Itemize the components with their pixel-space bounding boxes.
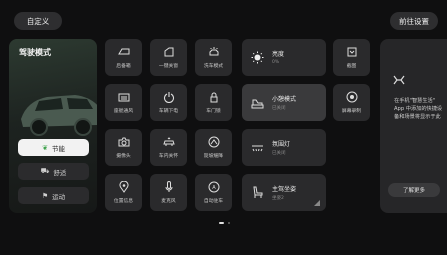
mode-eco-button[interactable]: ❦ 节能 xyxy=(18,139,89,156)
drive-mode-panel: 驾驶模式 ❦ 节能 ⛟ 舒适 ⚑ 运动 xyxy=(9,39,97,213)
smart-life-panel: 在手机"智慧生活" App 中添加的快捷设 备和场景将显示于此 了解更多 xyxy=(380,39,447,213)
driver-seat-posture[interactable]: 主驾坐姿 坐姿2 xyxy=(242,174,326,211)
tile-label: 洗车模式 xyxy=(203,64,224,69)
location-icon xyxy=(119,181,128,193)
tile-trunk[interactable]: 后备箱 xyxy=(105,39,142,76)
tile-hill-descent[interactable]: 陡坡缓降 xyxy=(195,129,232,166)
tile-label: 后备箱 xyxy=(116,64,131,69)
tile-power-off[interactable]: 车辆下电 xyxy=(150,84,187,121)
tile-camera[interactable]: 摄像头 xyxy=(105,129,142,166)
ambient-light-icon xyxy=(252,145,263,152)
mode-comfort-label: 舒适 xyxy=(53,168,67,177)
power-icon xyxy=(163,92,174,103)
record-icon xyxy=(346,91,357,103)
tile-close-windows[interactable]: 一键关窗 xyxy=(150,39,187,76)
screenshot-icon xyxy=(347,47,356,57)
auto-hold-icon: A xyxy=(208,181,219,193)
tile-in-car-care[interactable]: 车内关怀 xyxy=(150,129,187,166)
page-dot-active xyxy=(219,222,224,224)
seat-posture-title: 主驾坐姿 xyxy=(272,186,297,193)
learn-more-button[interactable]: 了解更多 xyxy=(388,183,440,197)
leaf-icon: ❦ xyxy=(42,143,48,152)
seat-icon xyxy=(253,186,263,198)
tile-label: 麦克风 xyxy=(161,199,176,204)
sport-icon: ⚑ xyxy=(41,191,49,200)
microphone-icon xyxy=(165,181,172,192)
sun-icon xyxy=(251,51,264,64)
go-to-settings-button[interactable]: 前往设置 xyxy=(390,12,438,30)
tile-car-wash[interactable]: 洗车模式 xyxy=(195,39,232,76)
tile-label: 一键关窗 xyxy=(158,64,179,69)
hill-descent-icon xyxy=(208,136,219,148)
tile-ventilation[interactable]: 座舱通风 xyxy=(105,84,142,121)
tile-auto-hold[interactable]: A 自动驻车 xyxy=(195,174,232,211)
brightness-control[interactable]: 亮度 0% xyxy=(242,39,326,76)
description-line: 在手机"智慧生活" xyxy=(394,98,436,104)
tile-label: 座舱通风 xyxy=(113,109,134,114)
tile-label: 摄像头 xyxy=(116,154,131,159)
brightness-title: 亮度 xyxy=(272,51,285,58)
smart-life-icon xyxy=(393,75,405,85)
tile-label: 截图 xyxy=(346,64,357,69)
customize-button[interactable]: 自定义 xyxy=(14,12,62,30)
mode-sport-button[interactable]: ⚑ 运动 xyxy=(18,187,89,204)
nap-mode-toggle[interactable]: 小憩模式 已关闭 xyxy=(242,84,326,121)
window-icon xyxy=(164,47,173,57)
page-dot xyxy=(228,222,230,224)
nap-mode-title: 小憩模式 xyxy=(272,96,297,103)
tile-label: 车辆下电 xyxy=(158,109,179,114)
car-wash-icon xyxy=(209,47,218,56)
mode-eco-label: 节能 xyxy=(51,144,65,153)
ambient-light-control[interactable]: 氛围灯 已关闭 xyxy=(242,129,326,166)
seat-posture-value: 坐姿2 xyxy=(272,196,284,201)
tile-microphone[interactable]: 麦克风 xyxy=(150,174,187,211)
ambient-light-title: 氛围灯 xyxy=(272,141,291,148)
nap-mode-status: 已关闭 xyxy=(272,106,286,111)
trunk-icon xyxy=(117,48,129,55)
tile-label: 车门锁 xyxy=(206,109,221,114)
tile-screen-record[interactable]: 屏幕录制 xyxy=(333,84,370,121)
tile-label: 陡坡缓降 xyxy=(203,154,224,159)
description-line: 备和场景将显示于此 xyxy=(394,114,441,120)
car-icon: ⛟ xyxy=(40,167,50,175)
care-icon xyxy=(162,137,175,146)
tile-label: 位置信息 xyxy=(113,199,134,204)
tile-location[interactable]: 位置信息 xyxy=(105,174,142,211)
tile-screenshot[interactable]: 截图 xyxy=(333,39,370,76)
svg-text:A: A xyxy=(212,185,216,191)
tile-door-lock[interactable]: 车门锁 xyxy=(195,84,232,121)
drive-mode-title: 驾驶模式 xyxy=(19,48,51,57)
tile-label: 车内关怀 xyxy=(158,154,179,159)
camera-icon xyxy=(118,137,129,147)
ventilation-icon xyxy=(118,93,129,102)
description-line: App 中添加的快捷设 xyxy=(394,106,443,112)
ambient-light-status: 已关闭 xyxy=(272,151,286,156)
mode-sport-label: 运动 xyxy=(52,192,66,201)
smart-life-description: 在手机"智慧生活" App 中添加的快捷设 备和场景将显示于此 xyxy=(394,97,442,121)
tile-label: 自动驻车 xyxy=(203,199,224,204)
car-image xyxy=(17,79,97,139)
lock-icon xyxy=(210,92,217,103)
expand-corner-icon xyxy=(314,200,320,206)
mode-comfort-button[interactable]: ⛟ 舒适 xyxy=(18,163,89,180)
brightness-value: 0% xyxy=(272,60,280,65)
page-indicator xyxy=(219,222,230,224)
seat-recline-icon xyxy=(251,99,264,109)
tile-label: 屏幕录制 xyxy=(341,109,362,114)
